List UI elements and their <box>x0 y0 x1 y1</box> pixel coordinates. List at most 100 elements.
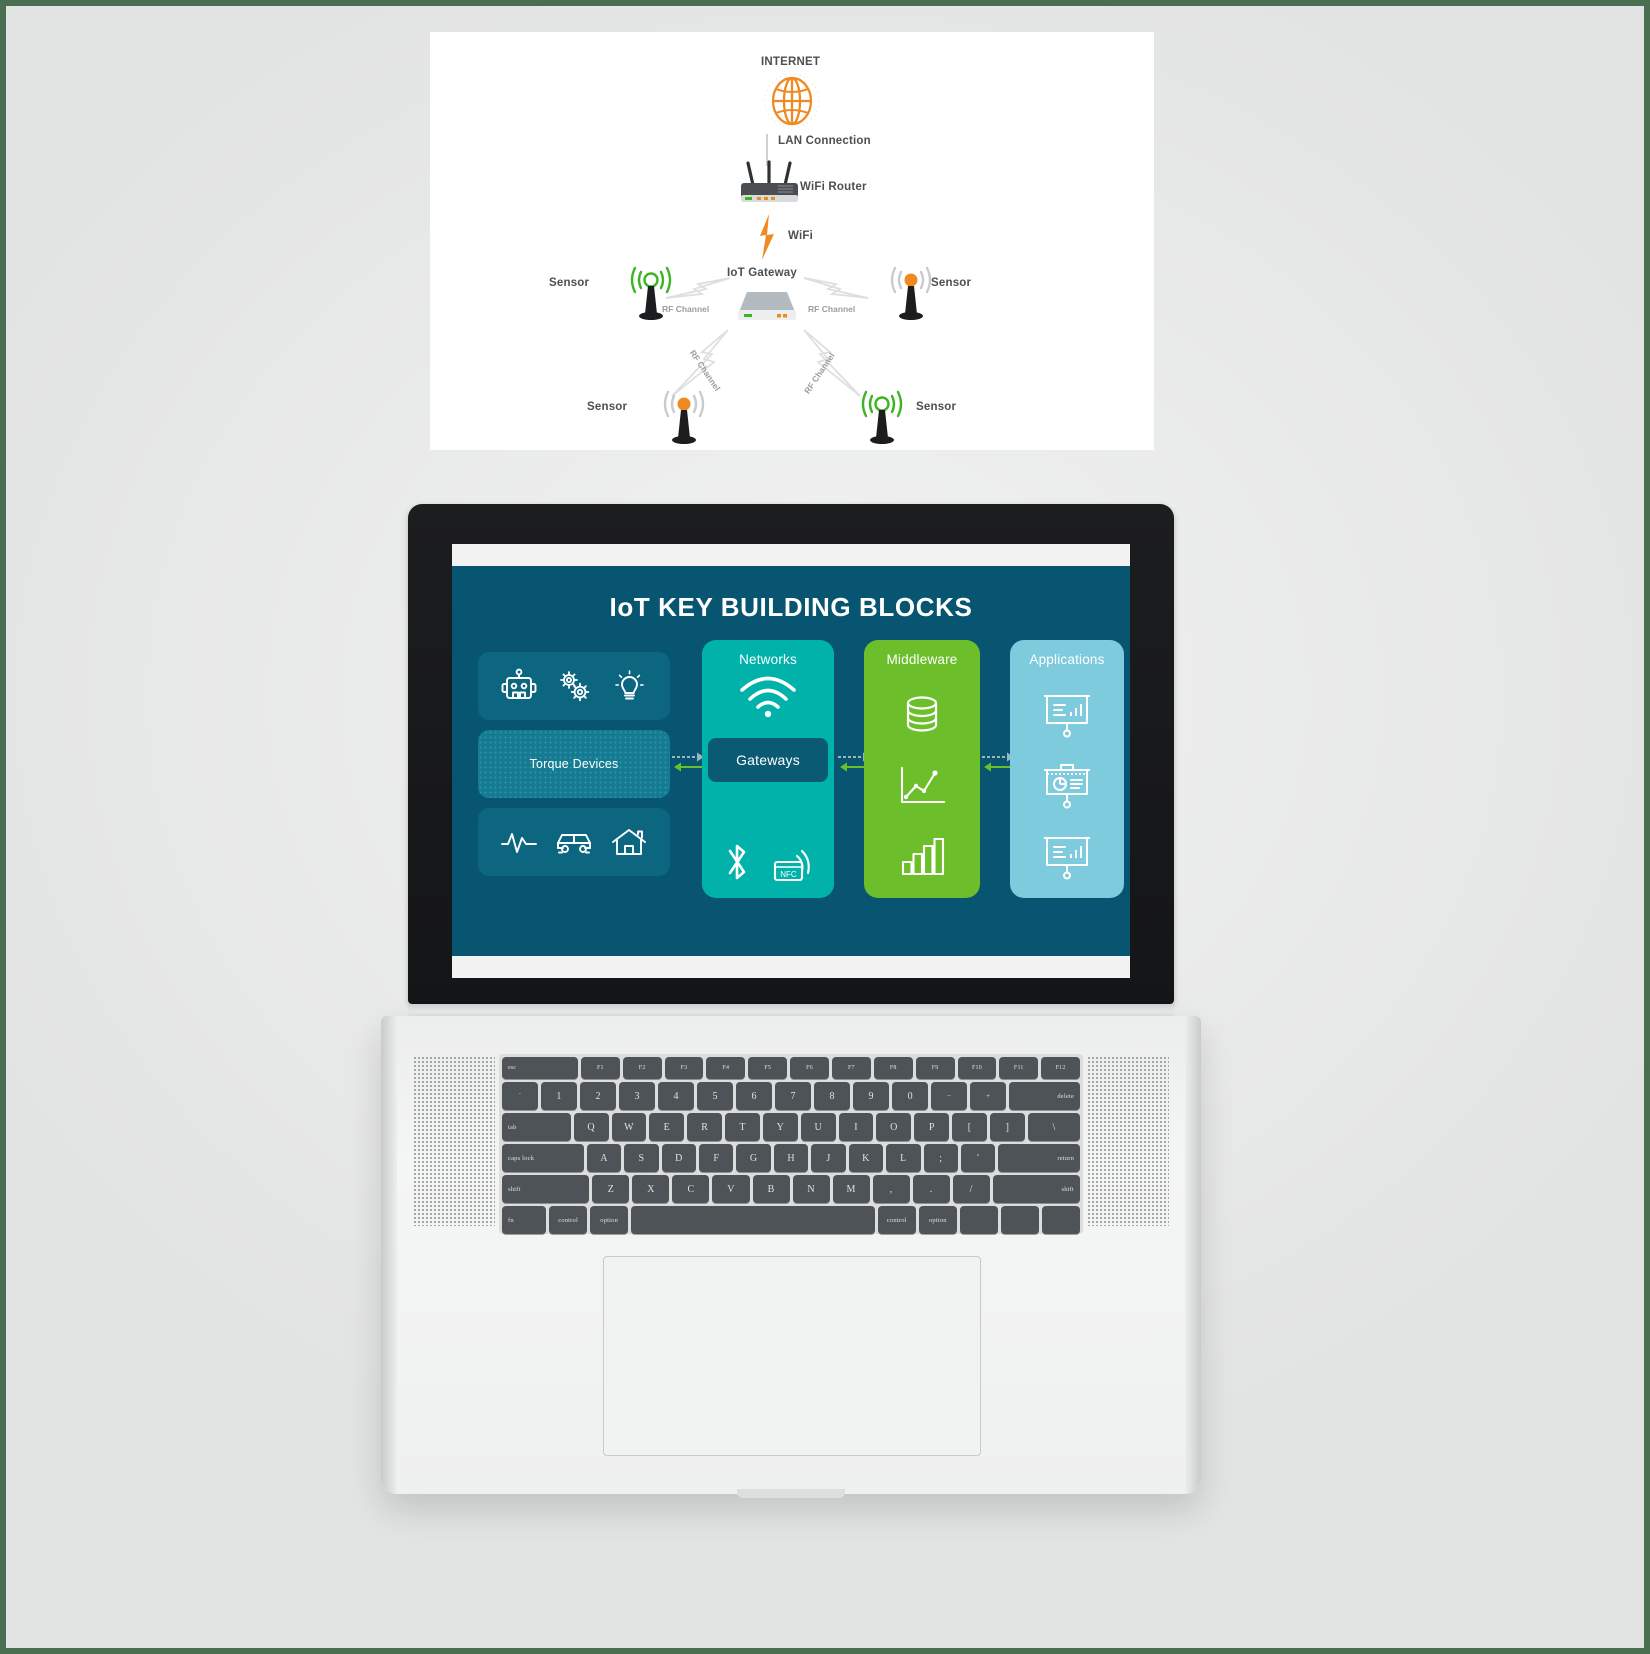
rf-bolt-right-upper-icon <box>803 277 869 299</box>
key-f5[interactable]: F5 <box>748 1057 788 1079</box>
key-9[interactable]: 9 <box>853 1082 890 1110</box>
key-y[interactable]: Y <box>762 1113 798 1141</box>
key-s[interactable]: S <box>624 1144 659 1172</box>
key-e[interactable]: E <box>649 1113 685 1141</box>
presentation-report-icon <box>1044 836 1090 880</box>
house-icon <box>611 829 646 855</box>
key-minus[interactable]: − <box>931 1082 968 1110</box>
key-shift-right[interactable]: shift <box>992 1175 1081 1203</box>
speaker-grille-right <box>1087 1056 1169 1226</box>
presentation-chart-icon <box>1044 695 1090 738</box>
key-4[interactable]: 4 <box>658 1082 695 1110</box>
svg-text:NFC: NFC <box>780 870 797 879</box>
key-f1[interactable]: F1 <box>580 1057 620 1079</box>
keyboard[interactable]: esc F1 F2 F3 F4 F5 F6 F7 F8 F9 F10 F11 F… <box>499 1054 1083 1234</box>
key-c[interactable]: C <box>672 1175 710 1203</box>
key-f7[interactable]: F7 <box>831 1057 871 1079</box>
key-f2[interactable]: F2 <box>622 1057 662 1079</box>
middleware-heading: Middleware <box>886 652 958 667</box>
key-space[interactable] <box>631 1206 875 1234</box>
middleware-icons <box>864 680 980 892</box>
wifi-router-icon <box>741 160 798 202</box>
key-x[interactable]: X <box>632 1175 670 1203</box>
torque-devices-label: Torque Devices <box>529 757 619 771</box>
key-semicolon[interactable]: ; <box>923 1144 958 1172</box>
key-slash[interactable]: / <box>952 1175 990 1203</box>
key-comma[interactable]: , <box>872 1175 910 1203</box>
key-fn[interactable]: fn <box>502 1206 547 1234</box>
key-tab[interactable]: tab <box>502 1113 571 1141</box>
key-3[interactable]: 3 <box>619 1082 656 1110</box>
key-z[interactable]: Z <box>592 1175 630 1203</box>
key-2[interactable]: 2 <box>580 1082 617 1110</box>
antenna-icon-left-bottom <box>663 390 705 444</box>
key-f12[interactable]: F12 <box>1041 1057 1081 1079</box>
key-w[interactable]: W <box>611 1113 647 1141</box>
key-f6[interactable]: F6 <box>790 1057 829 1079</box>
key-esc[interactable]: esc <box>502 1057 578 1079</box>
key-equals[interactable]: + <box>970 1082 1007 1110</box>
key-control-left[interactable]: control <box>549 1206 588 1234</box>
key-a[interactable]: A <box>586 1144 622 1172</box>
key-r[interactable]: R <box>687 1113 723 1141</box>
key-backslash[interactable]: \ <box>1027 1113 1081 1141</box>
key-i[interactable]: I <box>838 1113 874 1141</box>
key-f11[interactable]: F11 <box>999 1057 1039 1079</box>
key-caps-lock[interactable]: caps lock <box>502 1144 584 1172</box>
key-quote[interactable]: ' <box>960 1144 996 1172</box>
key-v[interactable]: V <box>712 1175 750 1203</box>
key-delete[interactable]: delete <box>1009 1082 1081 1110</box>
key-l[interactable]: L <box>886 1144 921 1172</box>
key-arrow-right[interactable] <box>1042 1206 1081 1234</box>
key-d[interactable]: D <box>661 1144 696 1172</box>
key-bracket-left[interactable]: [ <box>952 1113 987 1141</box>
key-u[interactable]: U <box>800 1113 836 1141</box>
key-h[interactable]: H <box>773 1144 809 1172</box>
devices-icons-bottom-card <box>478 808 670 876</box>
key-1[interactable]: 1 <box>541 1082 578 1110</box>
gateways-button[interactable]: Gateways <box>708 738 828 782</box>
arrow-forward-icon <box>672 752 704 762</box>
diagram-label-rf-2: RF Channel <box>808 304 856 314</box>
diagram-label-wifi: WiFi <box>788 230 813 242</box>
key-f3[interactable]: F3 <box>664 1057 704 1079</box>
key-option-right[interactable]: option <box>918 1206 957 1234</box>
key-option-left[interactable]: option <box>590 1206 629 1234</box>
slide-title: IoT KEY BUILDING BLOCKS <box>609 592 973 622</box>
key-n[interactable]: N <box>792 1175 830 1203</box>
key-m[interactable]: M <box>832 1175 870 1203</box>
key-shift-left[interactable]: shift <box>502 1175 590 1203</box>
key-b[interactable]: B <box>752 1175 790 1203</box>
key-k[interactable]: K <box>848 1144 884 1172</box>
key-backtick[interactable]: ` <box>502 1082 539 1110</box>
key-o[interactable]: O <box>876 1113 912 1141</box>
key-period[interactable]: . <box>912 1175 950 1203</box>
key-j[interactable]: J <box>811 1144 846 1172</box>
antenna-icon-left-top <box>630 266 672 320</box>
diagram-label-router: WiFi Router <box>800 181 867 193</box>
key-arrow-updown[interactable] <box>1000 1206 1039 1234</box>
key-f[interactable]: F <box>698 1144 734 1172</box>
key-return[interactable]: return <box>998 1144 1081 1172</box>
key-f8[interactable]: F8 <box>873 1057 913 1079</box>
key-8[interactable]: 8 <box>814 1082 851 1110</box>
key-5[interactable]: 5 <box>697 1082 734 1110</box>
key-f4[interactable]: F4 <box>706 1057 746 1079</box>
key-p[interactable]: P <box>914 1113 950 1141</box>
key-7[interactable]: 7 <box>775 1082 812 1110</box>
torque-devices-card[interactable]: Torque Devices <box>478 730 670 798</box>
networks-heading: Networks <box>739 652 797 667</box>
key-arrow-left[interactable] <box>959 1206 998 1234</box>
key-bracket-right[interactable]: ] <box>989 1113 1025 1141</box>
diagram-label-internet: INTERNET <box>761 56 821 68</box>
key-control-right[interactable]: control <box>877 1206 916 1234</box>
key-g[interactable]: G <box>736 1144 771 1172</box>
key-t[interactable]: T <box>725 1113 760 1141</box>
key-f9[interactable]: F9 <box>915 1057 955 1079</box>
trackpad[interactable] <box>603 1256 981 1456</box>
key-f10[interactable]: F10 <box>957 1057 997 1079</box>
key-0[interactable]: 0 <box>892 1082 929 1110</box>
key-6[interactable]: 6 <box>736 1082 773 1110</box>
key-q[interactable]: Q <box>573 1113 609 1141</box>
keyboard-row-top: tab Q W E R T Y U I O P [ ] \ <box>502 1113 1081 1141</box>
